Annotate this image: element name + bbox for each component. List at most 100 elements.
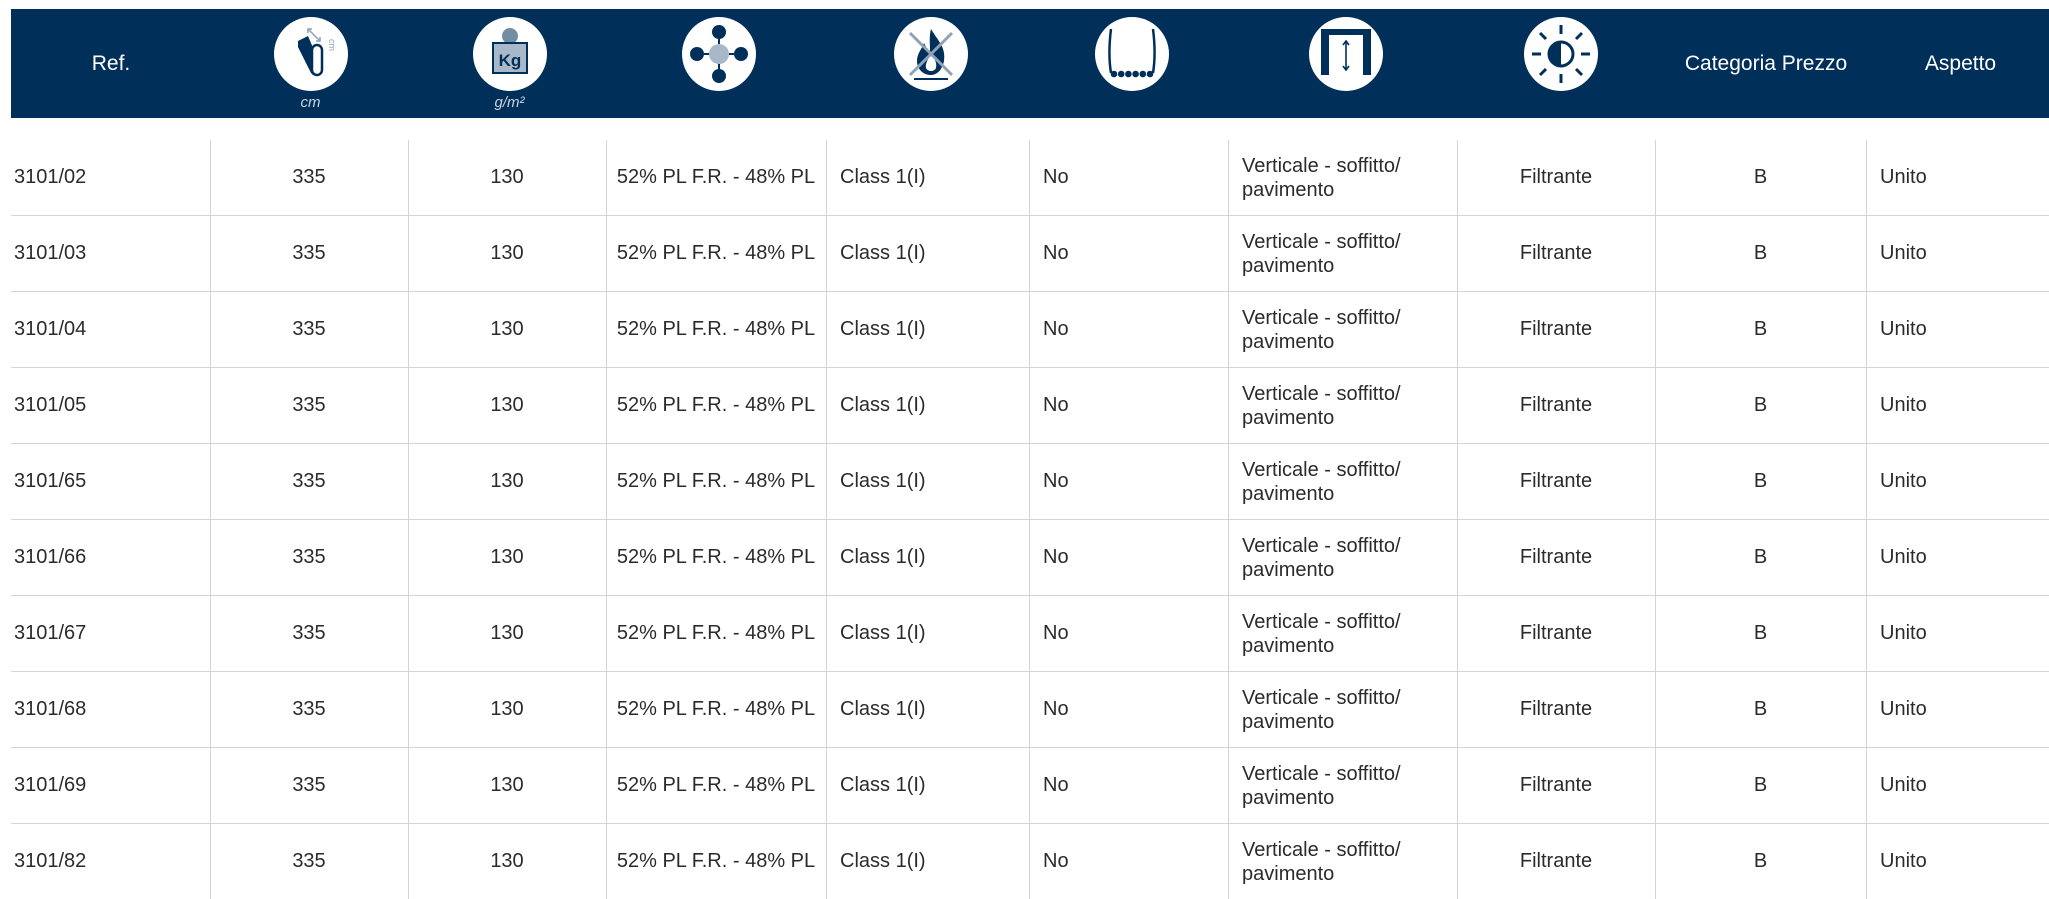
drop-line-1: Verticale - soffitto/ xyxy=(1242,230,1401,253)
width-cell: 335 xyxy=(210,140,408,215)
hem-cell: No xyxy=(1029,748,1228,823)
header-width: cm cm xyxy=(211,9,410,118)
ref-cell-text: 3101/05 xyxy=(14,394,87,416)
aspect-cell-text: Unito xyxy=(1880,774,1927,796)
light-cell: Filtrante xyxy=(1457,596,1655,671)
header-aspect-label: Aspetto xyxy=(1924,52,1997,75)
hem-cell: No xyxy=(1029,824,1228,899)
hem-cell-text: No xyxy=(1043,774,1069,796)
width-cell: 335 xyxy=(210,748,408,823)
hem-cell: No xyxy=(1029,140,1228,215)
width-cell-text: 335 xyxy=(292,698,326,720)
table-row: 3101/67 335 130 52% PL F.R. - 48% PL Class 1… xyxy=(11,596,2049,672)
ref-cell-text: 3101/82 xyxy=(14,850,87,872)
light-cell-text: Filtrante xyxy=(1519,698,1593,720)
width-cell-text: 335 xyxy=(292,546,326,568)
weight-unit: g/m² xyxy=(494,94,525,111)
composition-icon xyxy=(682,17,756,91)
drop-text: Verticale - soffitto/pavimento xyxy=(1242,610,1401,658)
weight-cell-text: 130 xyxy=(490,318,524,340)
ref-cell: 3101/66 xyxy=(11,520,210,595)
price-cell: B xyxy=(1655,292,1866,367)
table-header: Ref. cm cm Kg g/m² Categoria Prezzo Aspe… xyxy=(11,9,2049,118)
fire-rating-cell: Class 1(I) xyxy=(826,824,1029,899)
aspect-cell-text: Unito xyxy=(1880,622,1927,644)
drop-cell: Verticale - soffitto/pavimento xyxy=(1228,292,1457,367)
hem-cell: No xyxy=(1029,444,1228,519)
weight-cell-text: 130 xyxy=(490,394,524,416)
hem-cell-text: No xyxy=(1043,698,1069,720)
drop-line-2: pavimento xyxy=(1242,634,1335,657)
weight-cell: 130 xyxy=(408,368,606,443)
table-row: 3101/69 335 130 52% PL F.R. - 48% PL Class 1… xyxy=(11,748,2049,824)
width-cell: 335 xyxy=(210,824,408,899)
price-cell: B xyxy=(1655,596,1866,671)
width-cell: 335 xyxy=(210,672,408,747)
vertical-drop-icon xyxy=(1309,17,1383,91)
drop-line-1: Verticale - soffitto/ xyxy=(1242,534,1401,557)
composition-cell: 52% PL F.R. - 48% PL xyxy=(606,520,826,595)
width-cell: 335 xyxy=(210,596,408,671)
weight-cell-text: 130 xyxy=(490,698,524,720)
width-cell-text: 335 xyxy=(292,318,326,340)
price-cell: B xyxy=(1655,216,1866,291)
width-cell: 335 xyxy=(210,216,408,291)
header-weight: Kg g/m² xyxy=(410,9,609,118)
weighted-hem-icon xyxy=(1094,17,1169,91)
composition-cell-text: 52% PL F.R. - 48% PL xyxy=(616,242,816,264)
hem-cell: No xyxy=(1029,672,1228,747)
width-cell-text: 335 xyxy=(292,394,326,416)
composition-cell-text: 52% PL F.R. - 48% PL xyxy=(616,774,816,796)
hem-cell: No xyxy=(1029,216,1228,291)
ref-cell-text: 3101/68 xyxy=(14,698,87,720)
drop-text: Verticale - soffitto/pavimento xyxy=(1242,230,1401,278)
drop-line-2: pavimento xyxy=(1242,482,1335,505)
header-light xyxy=(1461,9,1660,118)
ref-cell: 3101/05 xyxy=(11,368,210,443)
price-cell: B xyxy=(1655,368,1866,443)
weight-cell: 130 xyxy=(408,140,606,215)
fire-rating-cell: Class 1(I) xyxy=(826,520,1029,595)
width-cell-text: 335 xyxy=(292,850,326,872)
hem-cell-text: No xyxy=(1043,622,1069,644)
header-price-label: Categoria Prezzo xyxy=(1684,52,1848,75)
drop-line-1: Verticale - soffitto/ xyxy=(1242,762,1401,785)
price-cell: B xyxy=(1655,824,1866,899)
ref-cell: 3101/67 xyxy=(11,596,210,671)
weight-cell: 130 xyxy=(408,216,606,291)
fire-rating-icon xyxy=(893,17,968,91)
table-row: 3101/82 335 130 52% PL F.R. - 48% PL Class 1… xyxy=(11,824,2049,899)
light-cell-text: Filtrante xyxy=(1519,774,1593,796)
fire-rating-cell: Class 1(I) xyxy=(826,216,1029,291)
drop-text: Verticale - soffitto/pavimento xyxy=(1242,458,1401,506)
ref-cell: 3101/03 xyxy=(11,216,210,291)
ref-cell-text: 3101/03 xyxy=(14,242,87,264)
weight-cell: 130 xyxy=(408,748,606,823)
light-cell-text: Filtrante xyxy=(1519,546,1593,568)
table-row: 3101/02 335 130 52% PL F.R. - 48% PL Class 1… xyxy=(11,140,2049,216)
light-cell: Filtrante xyxy=(1457,444,1655,519)
width-cell: 335 xyxy=(210,368,408,443)
fire-rating-cell-text: Class 1(I) xyxy=(840,318,926,340)
drop-line-1: Verticale - soffitto/ xyxy=(1242,838,1401,861)
width-cell: 335 xyxy=(210,520,408,595)
drop-cell: Verticale - soffitto/pavimento xyxy=(1228,520,1457,595)
drop-cell: Verticale - soffitto/pavimento xyxy=(1228,140,1457,215)
aspect-cell-text: Unito xyxy=(1880,242,1927,264)
fire-rating-cell: Class 1(I) xyxy=(826,368,1029,443)
fire-rating-cell: Class 1(I) xyxy=(826,596,1029,671)
aspect-cell-text: Unito xyxy=(1880,166,1927,188)
light-cell: Filtrante xyxy=(1457,824,1655,899)
width-cell-text: 335 xyxy=(292,470,326,492)
aspect-cell-text: Unito xyxy=(1880,698,1927,720)
drop-line-1: Verticale - soffitto/ xyxy=(1242,686,1401,709)
fire-rating-cell-text: Class 1(I) xyxy=(840,394,926,416)
header-price: Categoria Prezzo xyxy=(1660,9,1872,118)
light-cell-text: Filtrante xyxy=(1519,850,1593,872)
weight-cell: 130 xyxy=(408,292,606,367)
light-cell: Filtrante xyxy=(1457,672,1655,747)
fabric-width-icon: cm xyxy=(273,17,348,91)
header-aspect: Aspetto xyxy=(1872,9,2049,118)
light-cell: Filtrante xyxy=(1457,216,1655,291)
price-cell-text: B xyxy=(1753,850,1768,872)
